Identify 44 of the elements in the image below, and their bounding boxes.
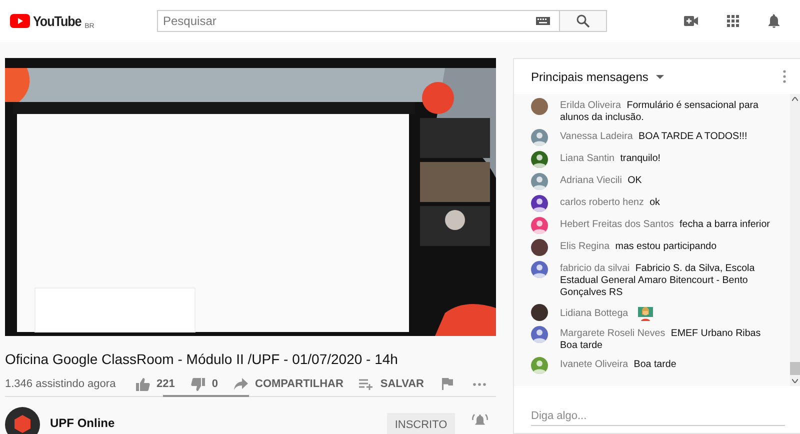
apps-grid-icon[interactable] [727, 15, 739, 27]
dislike-button[interactable]: 0 [182, 374, 226, 394]
chat-mode-dropdown[interactable]: Principais mensagens [531, 70, 664, 84]
chat-message: Ivanete Oliveira Boa tarde [560, 359, 678, 371]
save-button[interactable]: SALVAR [351, 374, 432, 394]
chat-message: Erilda Oliveira Formulário é sensacional para alunos da inclusão. [560, 100, 760, 124]
share-arrow-icon [234, 378, 248, 390]
notifications-bell-icon[interactable] [768, 14, 780, 28]
video-camera-icon[interactable] [684, 16, 698, 26]
subscribe-button[interactable]: INSCRITO [387, 413, 455, 434]
chat-message: Hebert Freitas dos Santos fecha a barra inferior [560, 219, 771, 231]
chat-message: fabricio da silvai Fabricio S. da Silva, Escola Estadual General Amaro Bitencourt - Bento Gonçalves RS [560, 263, 756, 299]
chat-message: Margarete Roseli Neves EMEF Urbano Ribas Boa tarde [560, 328, 762, 352]
more-options-icon[interactable] [783, 70, 786, 83]
scroll-down-icon[interactable] [792, 379, 798, 383]
search-icon [576, 14, 590, 28]
logo-text[interactable]: YouTube [33, 13, 82, 29]
thumbs-up-icon [136, 378, 150, 390]
playlist-add-icon [359, 378, 374, 390]
scroll-up-icon[interactable] [792, 97, 798, 101]
viewer-count: 1.346 assistindo agora [5, 378, 117, 390]
search-button[interactable] [560, 10, 607, 32]
flag-icon [442, 378, 453, 390]
play-logo-icon[interactable] [10, 14, 30, 28]
chat-message: Liana Santin tranquilo! [560, 153, 662, 165]
scrollbar[interactable] [790, 94, 800, 386]
chat-input-field[interactable]: Diga algo... [531, 410, 785, 426]
thumbs-down-icon [190, 378, 205, 390]
chat-message: Elis Regina mas estou participando [560, 241, 718, 253]
channel-avatar[interactable] [5, 407, 40, 434]
more-dots-icon [473, 382, 486, 386]
chat-message: Vanessa Ladeira BOA TARDE A TODOS!!! [560, 131, 748, 143]
keyboard-icon[interactable] [536, 17, 550, 25]
notification-bell-icon[interactable] [472, 413, 488, 427]
message-author: Lidiana Bottega [560, 308, 628, 320]
like-button[interactable]: 221 [128, 374, 183, 394]
share-button[interactable]: COMPARTILHAR [226, 374, 352, 394]
chat-message: carlos roberto henz ok [560, 197, 661, 209]
chat-message: Adriana Viecili OK [560, 175, 643, 187]
caret-down-icon [656, 74, 664, 78]
video-title: Oficina Google ClassRoom - Módulo II /UPF - 01/07/2020 - 14h [5, 350, 399, 368]
scrollbar-thumb[interactable] [790, 362, 800, 375]
channel-name[interactable]: UPF Online [50, 416, 115, 430]
search-field[interactable]: Pesquisar [157, 10, 560, 32]
